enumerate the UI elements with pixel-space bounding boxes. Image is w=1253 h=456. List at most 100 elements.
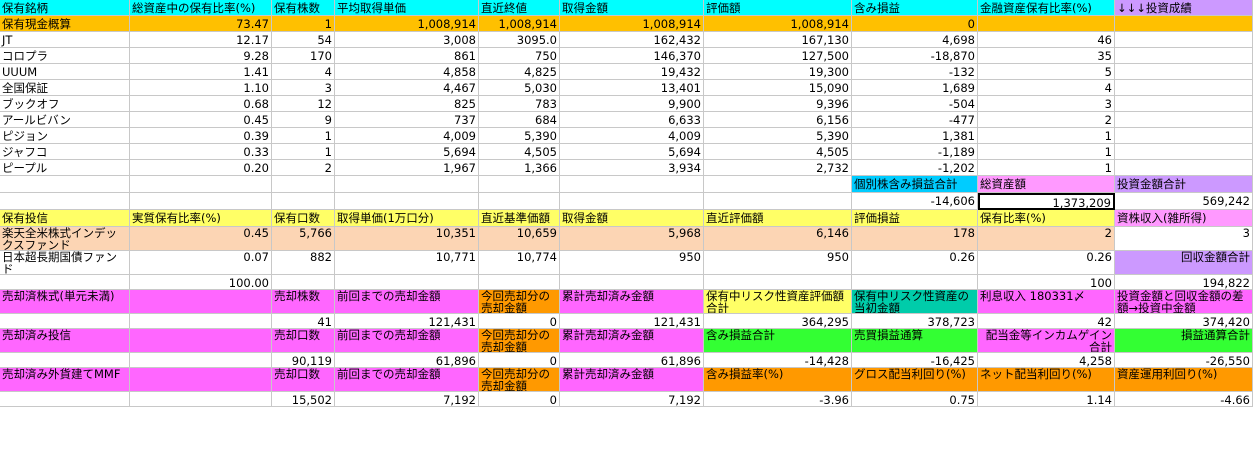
cell-r7-c5[interactable]: 6,633 — [560, 112, 704, 128]
cell-r19-c4[interactable]: 今回売却分の売却金額 — [479, 329, 560, 353]
cell-r3-c9[interactable] — [1115, 48, 1253, 64]
cell-r0-c1[interactable]: 総資産中の保有比率(%) — [130, 0, 272, 16]
cell-r15-c5[interactable]: 950 — [560, 251, 704, 275]
cell-r18-c4[interactable]: 0 — [479, 314, 560, 329]
cell-r12-c3[interactable] — [335, 193, 479, 210]
cell-r21-c3[interactable]: 前回までの売却金額 — [335, 368, 479, 392]
cell-r18-c5[interactable]: 121,431 — [560, 314, 704, 329]
cell-r10-c4[interactable]: 1,366 — [479, 160, 560, 176]
cell-r10-c7[interactable]: -1,202 — [852, 160, 978, 176]
cell-r8-c4[interactable]: 5,390 — [479, 128, 560, 144]
cell-r22-c8[interactable]: 1.14 — [978, 392, 1115, 407]
cell-r0-c0[interactable]: 保有銘柄 — [0, 0, 130, 16]
cell-r9-c2[interactable]: 1 — [272, 144, 335, 160]
cell-r18-c0[interactable] — [0, 314, 130, 329]
cell-r3-c4[interactable]: 750 — [479, 48, 560, 64]
cell-r4-c4[interactable]: 4,825 — [479, 64, 560, 80]
cell-r2-c2[interactable]: 54 — [272, 32, 335, 48]
cell-r10-c0[interactable]: ピープル — [0, 160, 130, 176]
cell-r2-c1[interactable]: 12.17 — [130, 32, 272, 48]
cell-r19-c6[interactable]: 含み損益合計 — [704, 329, 852, 353]
cell-r12-c6[interactable] — [704, 193, 852, 210]
cell-r12-c9[interactable]: 569,242 — [1115, 193, 1253, 210]
cell-r6-c1[interactable]: 0.68 — [130, 96, 272, 112]
cell-r13-c1[interactable]: 実質保有比率(%) — [130, 210, 272, 227]
cell-r4-c0[interactable]: UUUM — [0, 64, 130, 80]
cell-r16-c9[interactable]: 194,822 — [1115, 275, 1253, 290]
cell-r9-c8[interactable]: 1 — [978, 144, 1115, 160]
cell-r9-c7[interactable]: -1,189 — [852, 144, 978, 160]
cell-r2-c0[interactable]: JT — [0, 32, 130, 48]
cell-r16-c4[interactable] — [479, 275, 560, 290]
cell-r13-c7[interactable]: 評価損益 — [852, 210, 978, 227]
cell-r16-c7[interactable] — [852, 275, 978, 290]
cell-r16-c1[interactable]: 100.00 — [130, 275, 272, 290]
cell-r20-c7[interactable]: -16,425 — [852, 353, 978, 368]
cell-r17-c4[interactable]: 今回売却分の売却金額 — [479, 290, 560, 314]
cell-r22-c6[interactable]: -3.96 — [704, 392, 852, 407]
cell-r18-c7[interactable]: 378,723 — [852, 314, 978, 329]
cell-r7-c7[interactable]: -477 — [852, 112, 978, 128]
cell-r3-c0[interactable]: コロプラ — [0, 48, 130, 64]
cell-r4-c7[interactable]: -132 — [852, 64, 978, 80]
cell-r0-c2[interactable]: 保有株数 — [272, 0, 335, 16]
cell-r14-c3[interactable]: 10,351 — [335, 227, 479, 251]
cell-r11-c2[interactable] — [272, 176, 335, 193]
cell-r12-c2[interactable] — [272, 193, 335, 210]
cell-r9-c6[interactable]: 4,505 — [704, 144, 852, 160]
cell-r5-c3[interactable]: 4,467 — [335, 80, 479, 96]
cell-r14-c9[interactable]: 3 — [1115, 227, 1253, 251]
cell-r19-c8[interactable]: 配当金等インカムゲイン合計 — [978, 329, 1115, 353]
cell-r21-c7[interactable]: グロス配当利回り(%) — [852, 368, 978, 392]
cell-r15-c2[interactable]: 882 — [272, 251, 335, 275]
cell-r15-c1[interactable]: 0.07 — [130, 251, 272, 275]
cell-r5-c1[interactable]: 1.10 — [130, 80, 272, 96]
cell-r15-c6[interactable]: 950 — [704, 251, 852, 275]
cell-r17-c9[interactable]: 投資金額と回収金額の差額→投資中金額 — [1115, 290, 1253, 314]
cell-r10-c1[interactable]: 0.20 — [130, 160, 272, 176]
cell-r6-c7[interactable]: -504 — [852, 96, 978, 112]
cell-r19-c1[interactable] — [130, 329, 272, 353]
cell-r18-c8[interactable]: 42 — [978, 314, 1115, 329]
cell-r1-c0[interactable]: 保有現金概算 — [0, 16, 130, 32]
cell-r11-c7[interactable]: 個別株含み損益合計 — [852, 176, 978, 193]
cell-r10-c3[interactable]: 1,967 — [335, 160, 479, 176]
cell-r0-c5[interactable]: 取得金額 — [560, 0, 704, 16]
cell-r9-c9[interactable] — [1115, 144, 1253, 160]
cell-r17-c5[interactable]: 累計売却済み金額 — [560, 290, 704, 314]
cell-r22-c1[interactable] — [130, 392, 272, 407]
cell-r17-c2[interactable]: 売却株数 — [272, 290, 335, 314]
cell-r13-c8[interactable]: 保有比率(%) — [978, 210, 1115, 227]
cell-r7-c2[interactable]: 9 — [272, 112, 335, 128]
cell-r1-c6[interactable]: 1,008,914 — [704, 16, 852, 32]
cell-r14-c8[interactable]: 2 — [978, 227, 1115, 251]
cell-r0-c3[interactable]: 平均取得単価 — [335, 0, 479, 16]
cell-r4-c5[interactable]: 19,432 — [560, 64, 704, 80]
cell-r22-c2[interactable]: 15,502 — [272, 392, 335, 407]
cell-r13-c2[interactable]: 保有口数 — [272, 210, 335, 227]
cell-r3-c7[interactable]: -18,870 — [852, 48, 978, 64]
cell-r2-c4[interactable]: 3095.0 — [479, 32, 560, 48]
cell-r8-c2[interactable]: 1 — [272, 128, 335, 144]
cell-r4-c8[interactable]: 5 — [978, 64, 1115, 80]
cell-r16-c8[interactable]: 100 — [978, 275, 1115, 290]
cell-r16-c0[interactable] — [0, 275, 130, 290]
cell-r11-c9[interactable]: 投資金額合計 — [1115, 176, 1253, 193]
cell-r15-c4[interactable]: 10,774 — [479, 251, 560, 275]
cell-r6-c3[interactable]: 825 — [335, 96, 479, 112]
cell-r12-c8[interactable]: 1,373,209 — [978, 193, 1115, 210]
cell-r10-c6[interactable]: 2,732 — [704, 160, 852, 176]
cell-r13-c0[interactable]: 保有投信 — [0, 210, 130, 227]
cell-r3-c2[interactable]: 170 — [272, 48, 335, 64]
cell-r15-c0[interactable]: 日本超長期国債ファンド — [0, 251, 130, 275]
cell-r19-c7[interactable]: 売買損益通算 — [852, 329, 978, 353]
cell-r13-c9[interactable]: 資株収入(雑所得) — [1115, 210, 1253, 227]
cell-r4-c9[interactable] — [1115, 64, 1253, 80]
cell-r2-c8[interactable]: 46 — [978, 32, 1115, 48]
cell-r0-c6[interactable]: 評価額 — [704, 0, 852, 16]
cell-r8-c3[interactable]: 4,009 — [335, 128, 479, 144]
cell-r17-c8[interactable]: 利息収入 180331〆 — [978, 290, 1115, 314]
cell-r6-c0[interactable]: ブックオフ — [0, 96, 130, 112]
cell-r15-c9[interactable]: 回収金額合計 — [1115, 251, 1253, 275]
cell-r5-c7[interactable]: 1,689 — [852, 80, 978, 96]
